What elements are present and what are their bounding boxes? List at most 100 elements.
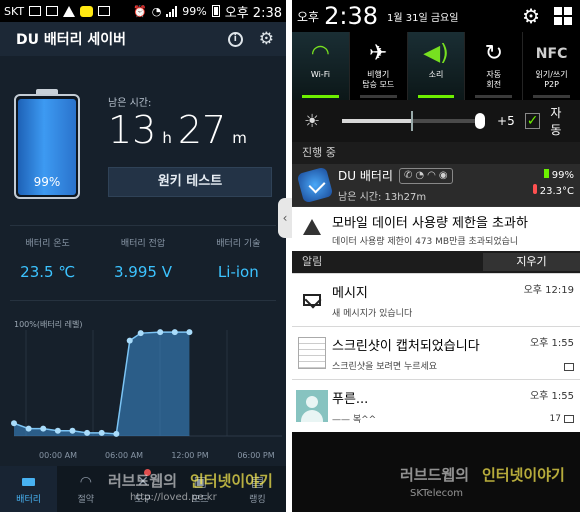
shade-header: 오후 2:38 1월 31일 금요일 ⚙ bbox=[292, 0, 580, 32]
notification-message[interactable]: 메시지 새 메시지가 있습니다 오후 12:19 bbox=[292, 273, 580, 326]
battery-stats: 배터리 온도 23.5 ℃ 배터리 전압 3.995 V 배터리 기술 Li-i… bbox=[0, 236, 286, 281]
brightness-sun-icon: ☀ bbox=[304, 110, 321, 132]
brightness-knob[interactable] bbox=[475, 113, 486, 129]
chart-point bbox=[186, 329, 193, 336]
wifi-icon: ◠ bbox=[427, 169, 436, 181]
hours-unit: h bbox=[162, 129, 172, 147]
stat-temperature: 배터리 온도 23.5 ℃ bbox=[0, 236, 95, 281]
notification-chat[interactable]: 푸른... —— 복^^ 오후 1:55 17 bbox=[292, 379, 580, 432]
notification-screenshot[interactable]: 스크린샷이 캡처되었습니다 스크린샷을 보려면 누르세요 오후 1:55 bbox=[292, 326, 580, 379]
chart-point bbox=[69, 427, 76, 434]
battery-level-label: 99% bbox=[33, 175, 61, 189]
chart-point bbox=[25, 425, 32, 432]
battery-level-chart: 100%(배터리 레벨) 00:00 AM 06:00 AM 12:00 PM 06:0… bbox=[11, 319, 282, 460]
du-battery: 99% bbox=[551, 170, 574, 181]
info-icon[interactable]: i bbox=[227, 31, 243, 47]
ongoing-label: 진행 중 bbox=[302, 146, 336, 159]
quick-toggle-rotate[interactable]: ↻ 자동 회전 bbox=[465, 32, 524, 100]
globe-icon: ◉ bbox=[438, 169, 448, 181]
one-key-test-button[interactable]: 원키 테스트 bbox=[108, 167, 272, 197]
divider bbox=[10, 225, 276, 226]
quick-toggle-nfc[interactable]: NFC 읽기/쓰기 P2P bbox=[523, 32, 580, 100]
stat-value: Li-ion bbox=[217, 263, 259, 281]
shade-time: 2:38 bbox=[324, 2, 378, 30]
brightness-row: ☀ +5 ✓ 자동 bbox=[292, 100, 580, 142]
toggle-label: 읽기/쓰기 P2P bbox=[535, 70, 568, 89]
du-title: DU 배터리 bbox=[338, 169, 393, 183]
notification-time: 오후 1:55 bbox=[529, 338, 574, 349]
clear-all-button[interactable]: 지우기 bbox=[483, 253, 580, 271]
warning-icon bbox=[303, 219, 321, 235]
carrier-label: SKTelecom bbox=[410, 488, 463, 499]
nav-tab-save[interactable]: ◠ 절약 bbox=[57, 466, 114, 512]
stat-voltage: 배터리 전압 3.995 V bbox=[95, 236, 190, 281]
watermark-brand-a: 러브드웹의 bbox=[108, 472, 178, 490]
thermometer-icon bbox=[532, 184, 537, 194]
warning-subtitle: 데이터 사용량 제한이 473 MB만큼 초과되었습니 bbox=[332, 236, 519, 247]
airplane-icon: ✈ bbox=[368, 41, 388, 66]
nav-label: 절약 bbox=[77, 495, 95, 505]
du-shortcut-icons[interactable]: ✆ ◔ ◠ ◉ bbox=[398, 167, 453, 184]
stat-value: 3.995 V bbox=[114, 263, 172, 281]
quick-toggle-wifi[interactable]: ◠ Wi-Fi bbox=[292, 32, 350, 100]
watermark-brand-a: 러브드웹의 bbox=[400, 466, 470, 484]
quick-settings: ◠ Wi-Fi ✈ 비행기 탑승 모드 ◀) 소리 ↻ 자동 회전 NFC 읽기… bbox=[292, 32, 580, 100]
quick-toggle-sound[interactable]: ◀) 소리 bbox=[407, 32, 466, 100]
stat-label: 배터리 기술 bbox=[216, 239, 261, 249]
brightness-offset: +5 bbox=[497, 114, 515, 128]
quick-toggle-airplane[interactable]: ✈ 비행기 탑승 모드 bbox=[350, 32, 408, 100]
chart-point bbox=[171, 329, 178, 336]
chart-point bbox=[11, 420, 17, 427]
stat-value: 23.5 ℃ bbox=[20, 263, 76, 281]
du-battery-app-icon bbox=[296, 166, 334, 204]
shade-date: 1월 31일 금요일 bbox=[387, 12, 459, 24]
kakaotalk-icon bbox=[80, 5, 94, 17]
chart-point bbox=[84, 429, 91, 436]
chart-point bbox=[113, 430, 120, 437]
chart-point bbox=[137, 330, 144, 337]
auto-brightness-checkbox[interactable]: ✓ bbox=[524, 113, 541, 129]
chart-ylabel: 100%(배터리 레벨) bbox=[14, 319, 82, 329]
stat-label: 배터리 전압 bbox=[120, 239, 166, 249]
warning-icon bbox=[63, 5, 76, 17]
toggle-label: Wi-Fi bbox=[310, 70, 330, 79]
drawer-handle[interactable]: ‹ bbox=[278, 198, 292, 238]
stat-label: 배터리 온도 bbox=[25, 239, 70, 249]
message-icon bbox=[46, 6, 59, 16]
brightness-slider[interactable] bbox=[342, 111, 486, 131]
toggle-label: 소리 bbox=[428, 70, 444, 79]
speaker-icon: ◀) bbox=[423, 41, 449, 66]
watermark-url: http://loved.pe.kr bbox=[130, 492, 217, 503]
minutes-unit: m bbox=[232, 129, 247, 147]
mail-icon bbox=[29, 6, 42, 16]
nav-tab-battery[interactable]: 배터리 bbox=[0, 466, 58, 512]
screenshot-icon bbox=[98, 6, 111, 16]
wifi-icon: ◠ bbox=[310, 41, 330, 66]
toggle-label: 비행기 탑승 모드 bbox=[362, 70, 395, 89]
remaining-time: 13 h 27 m bbox=[108, 108, 247, 152]
settings-gear-icon[interactable]: ⚙ bbox=[259, 30, 274, 48]
chart-x-tick: 06:00 PM bbox=[237, 451, 274, 460]
battery-percent: 99% bbox=[182, 4, 207, 18]
data-limit-warning[interactable]: 모바일 데이터 사용량 제한을 초과하 데이터 사용량 제한이 473 MB만큼… bbox=[292, 206, 580, 251]
chat-icon bbox=[564, 415, 574, 423]
notification-subtitle: 새 메시지가 있습니다 bbox=[332, 308, 413, 319]
avatar bbox=[296, 390, 328, 422]
status-bar: SKT ⏰ ◔ 99% 오후 2:38 bbox=[0, 0, 286, 22]
alarm-icon: ⏰ bbox=[132, 4, 147, 18]
du-battery-notification[interactable]: DU 배터리 ✆ ◔ ◠ ◉ 남은 시간: 13h27m 99% 23.3°C bbox=[292, 164, 580, 206]
warning-title: 모바일 데이터 사용량 제한을 초과하 bbox=[332, 215, 528, 231]
app-title: DU 배터리 세이버 bbox=[16, 32, 127, 48]
settings-gear-icon[interactable]: ⚙ bbox=[522, 4, 540, 28]
du-temp: 23.3°C bbox=[539, 186, 574, 197]
quick-panel-grid-icon[interactable] bbox=[554, 7, 572, 25]
chart-point bbox=[98, 429, 105, 436]
wifi-status-icon: ◔ bbox=[151, 4, 162, 18]
chart-point bbox=[157, 329, 164, 336]
nav-label: 배터리 bbox=[16, 495, 42, 505]
divider bbox=[10, 300, 276, 301]
toggle-label: 자동 회전 bbox=[486, 70, 502, 89]
ampm-label: 오후 bbox=[297, 9, 320, 24]
phone-icon: ✆ bbox=[403, 169, 413, 181]
battery-icon bbox=[543, 169, 549, 178]
